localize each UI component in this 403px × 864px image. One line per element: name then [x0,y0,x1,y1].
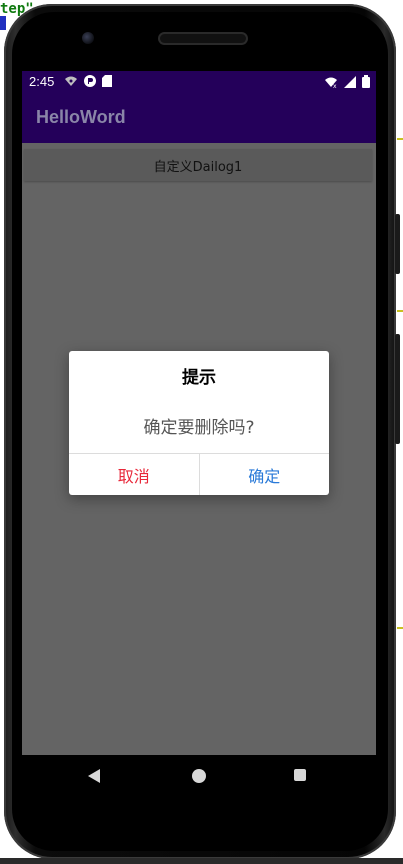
device-screen: 2:45 x HelloWord 自定义Dailog1 提示 确定要删除吗? 取… [22,71,376,793]
ide-gutter-marker [397,138,403,140]
sd-card-icon [102,75,112,87]
app-title: HelloWord [36,107,126,127]
status-time: 2:45 [29,74,55,89]
status-bar: 2:45 x [22,71,376,93]
volume-button[interactable] [395,334,400,444]
wifi-icon [65,76,77,86]
battery-icon [362,75,370,88]
camera-icon [82,32,94,44]
cell-signal-icon [344,75,356,88]
speaker-grille [160,34,246,43]
back-icon[interactable] [88,769,100,783]
ide-gutter-marker [397,627,403,629]
ide-bottom-strip [0,858,403,864]
ide-gutter-marker [397,310,403,312]
app-bar: HelloWord [22,93,376,143]
dialog-title: 提示 [182,368,216,388]
wifi-signal-icon: x [325,77,337,88]
navigation-bar [22,755,376,793]
home-icon[interactable] [192,769,206,783]
svg-text:x: x [333,83,337,88]
notification-icon [84,75,96,87]
power-button[interactable] [395,214,400,274]
main-content-dimmed: 自定义Dailog1 提示 确定要删除吗? 取消 确定 [22,143,376,755]
ide-code-fragment-marker [0,16,6,30]
custom-dialog-button[interactable]: 自定义Dailog1 [24,149,372,181]
cancel-button[interactable]: 取消 [69,454,200,495]
dialog-button-row: 取消 确定 [69,453,329,495]
confirm-button[interactable]: 确定 [200,454,330,495]
recents-icon[interactable] [294,769,306,781]
dialog-message: 确定要删除吗? [143,418,255,438]
confirm-dialog: 提示 确定要删除吗? 取消 确定 [69,351,329,495]
